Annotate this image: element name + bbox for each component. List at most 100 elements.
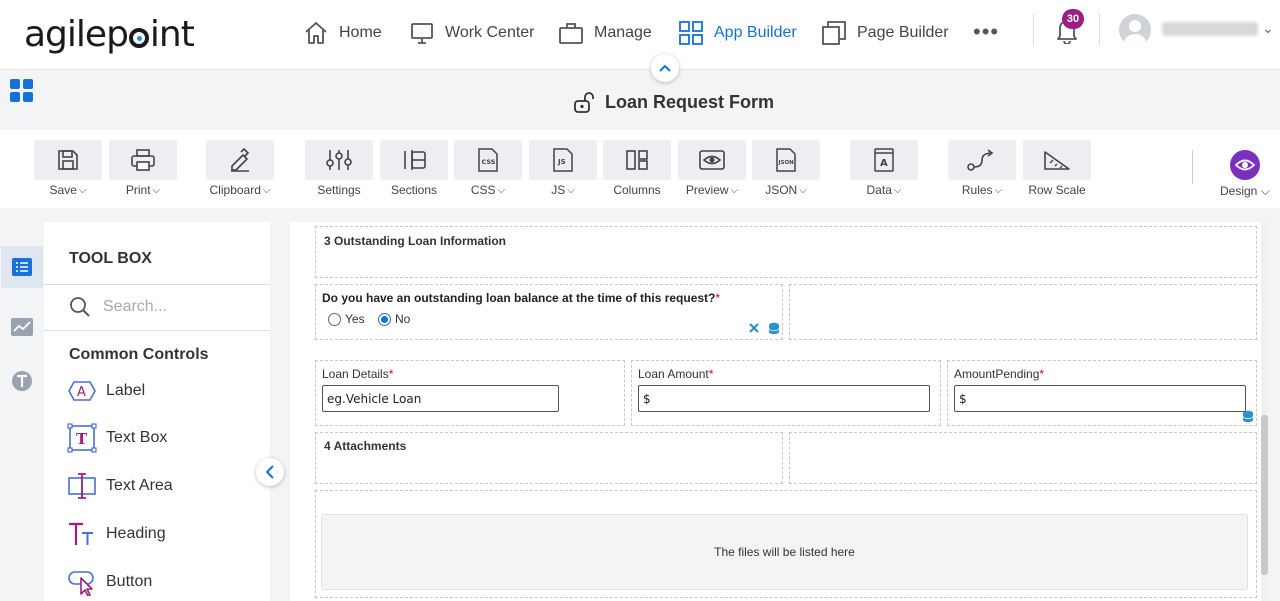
toolbar-print-button[interactable]: Print ⌵ <box>109 140 177 197</box>
tool-button-text: Button <box>106 573 153 590</box>
toolbar-json-label: JSON <box>765 183 798 197</box>
toolbar-sections-button[interactable]: Sections <box>380 140 448 197</box>
empty-cell[interactable] <box>789 284 1257 340</box>
rail-chart-button[interactable] <box>1 306 43 348</box>
t-circle-icon <box>12 371 32 391</box>
printer-icon <box>131 149 155 171</box>
tool-button[interactable]: Button <box>66 566 152 598</box>
tools-cross-icon[interactable] <box>748 322 760 334</box>
question-cell[interactable]: Do you have an outstanding loan balance … <box>315 284 783 340</box>
notification-badge[interactable]: 30 <box>1062 9 1084 29</box>
divider <box>44 330 270 331</box>
text-box-icon: T <box>67 423 97 453</box>
file-list-dropzone[interactable]: The files will be listed here <box>321 514 1248 590</box>
chart-icon <box>11 318 33 336</box>
toolbar-columns-button[interactable]: Columns <box>603 140 671 197</box>
grid-icon <box>679 21 703 45</box>
tool-text-area[interactable]: Text Area <box>66 470 173 502</box>
chevron-down-icon[interactable]: ⌄ <box>1262 20 1274 37</box>
nav-manage[interactable]: Manage <box>558 16 652 50</box>
tool-text-box-text: Text Box <box>106 429 168 446</box>
toolbar-js-button[interactable]: JS JS ⌵ <box>529 140 597 197</box>
design-label: Design <box>1220 184 1258 198</box>
toolbar-preview-button[interactable]: Preview ⌵ <box>678 140 746 197</box>
loan-amount-cell[interactable]: Loan Amount* $ <box>631 360 941 426</box>
toolbar-css-button[interactable]: CSS CSS ⌵ <box>454 140 522 197</box>
ruler-icon <box>1044 151 1070 170</box>
collapse-toolbox-button[interactable] <box>256 458 284 486</box>
loan-amount-input[interactable]: $ <box>638 385 930 412</box>
section-4-title: 4 Attachments <box>324 439 407 453</box>
toolbar-clipboard-button[interactable]: Clipboard ⌵ <box>206 140 274 197</box>
list-form-icon <box>12 258 32 276</box>
collapse-header-button[interactable] <box>651 54 679 82</box>
rail-toolbox-button[interactable] <box>1 246 43 288</box>
toolbar-settings-button[interactable]: Settings <box>305 140 373 197</box>
radio-yes[interactable]: Yes <box>328 312 365 326</box>
nav-home[interactable]: Home <box>303 16 382 50</box>
toolbar-rules-button[interactable]: Rules ⌵ <box>948 140 1016 197</box>
toolbar-sections-label: Sections <box>390 183 438 197</box>
radio-no[interactable]: No <box>378 312 410 326</box>
loan-details-cell[interactable]: Loan Details* eg.Vehicle Loan <box>315 360 625 426</box>
toolbar-columns-label: Columns <box>613 183 661 197</box>
tool-heading-text: Heading <box>106 525 166 542</box>
nav-divider <box>1033 14 1034 46</box>
toolbar-data-button[interactable]: A Data ⌵ <box>850 140 918 197</box>
nav-work-center-label: Work Center <box>445 24 535 41</box>
rail-theme-button[interactable] <box>1 360 43 402</box>
nav-manage-label: Manage <box>594 24 652 41</box>
toolbar-save-button[interactable]: Save ⌵ <box>34 140 102 197</box>
amount-pending-cell[interactable]: AmountPending* $ <box>947 360 1257 426</box>
toolbox-title: TOOL BOX <box>69 250 152 267</box>
toolbar-preview-label: Preview <box>685 183 729 197</box>
search-input[interactable]: Search... <box>103 298 167 316</box>
avatar[interactable] <box>1119 14 1151 46</box>
toolbar-rules-label: Rules <box>961 183 993 197</box>
sliders-icon <box>326 150 352 170</box>
nav-work-center[interactable]: Work Center <box>409 16 535 50</box>
agilepoint-logo[interactable]: agilep int <box>24 14 195 55</box>
toolbar-json-button[interactable]: JSON JSON ⌵ <box>752 140 820 197</box>
database-icon[interactable] <box>768 322 780 335</box>
svg-text:JS: JS <box>557 158 566 166</box>
nav-app-builder[interactable]: App Builder <box>678 16 797 50</box>
label-icon: A <box>68 381 96 401</box>
tool-label-text: Label <box>106 382 146 399</box>
pages-icon <box>822 21 846 45</box>
svg-text:CSS: CSS <box>482 158 496 166</box>
apps-grid-icon[interactable] <box>10 79 33 102</box>
data-book-icon: A <box>874 148 894 172</box>
toolbar-row-scale-label: Row Scale <box>1028 183 1086 197</box>
design-mode-button[interactable]: Design ⌵ <box>1220 150 1270 199</box>
tool-heading[interactable]: Heading <box>66 518 166 550</box>
files-placeholder-text: The files will be listed here <box>714 545 855 559</box>
toolbar-divider <box>1192 150 1193 184</box>
tool-label[interactable]: A Label <box>66 375 145 407</box>
amount-pending-input[interactable]: $ <box>954 385 1246 412</box>
section-3-title: 3 Outstanding Loan Information <box>324 234 506 248</box>
section-cell[interactable]: 4 Attachments <box>315 432 783 484</box>
more-menu-icon[interactable]: ••• <box>973 21 999 43</box>
radio-no-label: No <box>395 312 411 326</box>
columns-icon <box>626 150 648 170</box>
empty-cell[interactable] <box>789 432 1257 484</box>
tool-text-box[interactable]: T Text Box <box>66 422 167 454</box>
username-redacted[interactable] <box>1162 22 1258 36</box>
top-navigation-bar: agilep int Home Work Center Manage App Bu… <box>0 0 1280 70</box>
toolbar-row-scale-button[interactable]: Row Scale <box>1023 140 1091 197</box>
loan-details-input[interactable]: eg.Vehicle Loan <box>322 385 559 412</box>
toolbar-clipboard-label: Clipboard <box>209 183 261 197</box>
section-cell[interactable]: 3 Outstanding Loan Information <box>315 226 1257 278</box>
toolbox-search[interactable]: Search... <box>69 296 167 318</box>
unlock-icon <box>574 92 594 113</box>
canvas-scrollbar-thumb[interactable] <box>1261 415 1268 575</box>
database-icon[interactable] <box>1242 410 1254 423</box>
js-file-icon: JS <box>553 148 573 172</box>
svg-text:A: A <box>880 158 888 169</box>
search-icon <box>70 297 90 317</box>
nav-divider <box>1099 14 1100 46</box>
nav-page-builder[interactable]: Page Builder <box>821 16 949 50</box>
toolbox-category-title: Common Controls <box>69 346 209 363</box>
rules-flow-icon <box>967 149 994 171</box>
